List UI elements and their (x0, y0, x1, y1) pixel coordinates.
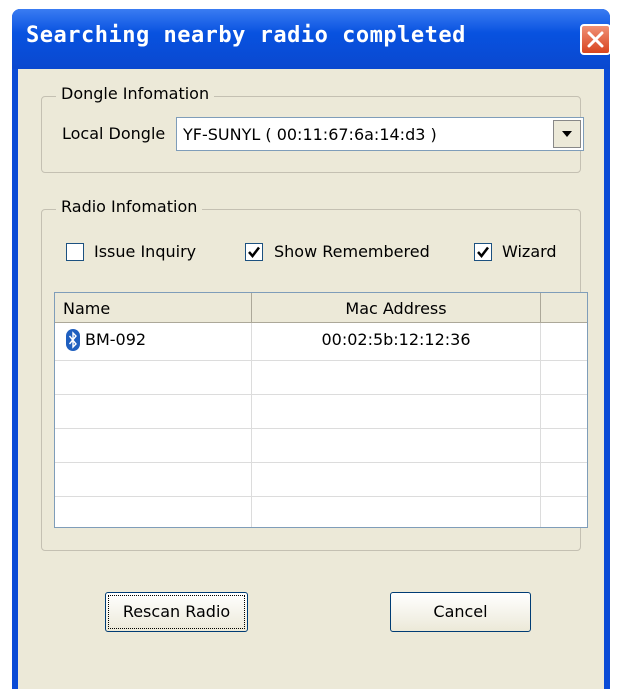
device-mac: 00:02:5b:12:12:36 (321, 330, 471, 349)
dongle-info-legend: Dongle Infomation (56, 84, 215, 103)
issue-inquiry-box[interactable] (66, 243, 84, 261)
checkmark-icon (477, 246, 489, 258)
row-divider (55, 462, 587, 463)
local-dongle-select[interactable]: YF-SUNYL ( 00:11:67:6a:14:d3 ) (176, 117, 584, 151)
radio-device-list[interactable]: Name Mac Address BM-092 00:02:5b:12:12:3… (54, 292, 588, 528)
row-divider (55, 394, 587, 395)
close-icon (587, 31, 604, 48)
column-header-filler (541, 293, 587, 323)
wizard-box[interactable] (474, 243, 492, 261)
column-header-name[interactable]: Name (55, 293, 252, 323)
wizard-label[interactable]: Wizard (502, 242, 557, 261)
rescan-radio-button[interactable]: Rescan Radio (105, 592, 248, 632)
column-header-mac[interactable]: Mac Address (252, 293, 541, 323)
radio-info-legend: Radio Infomation (56, 197, 203, 216)
show-remembered-box[interactable] (245, 243, 263, 261)
issue-inquiry-label[interactable]: Issue Inquiry (94, 242, 196, 261)
chevron-down-icon (562, 131, 572, 137)
title-bar[interactable]: Searching nearby radio completed (12, 9, 611, 69)
window-title: Searching nearby radio completed (26, 23, 466, 48)
row-divider (55, 360, 587, 361)
close-button[interactable] (580, 24, 611, 55)
column-divider (251, 323, 252, 527)
column-header-name-label: Name (63, 299, 111, 318)
dialog-body: Dongle Infomation Local Dongle YF-SUNYL … (18, 69, 604, 689)
row-divider (55, 496, 587, 497)
local-dongle-value: YF-SUNYL ( 00:11:67:6a:14:d3 ) (183, 125, 437, 144)
column-header-mac-label: Mac Address (345, 299, 447, 318)
device-name: BM-092 (85, 330, 147, 349)
bluetooth-icon (66, 329, 80, 351)
column-divider (540, 323, 541, 527)
local-dongle-label: Local Dongle (62, 124, 166, 143)
dialog-window: Searching nearby radio completed Dongle … (12, 9, 611, 689)
row-divider (55, 428, 587, 429)
cancel-button[interactable]: Cancel (390, 592, 531, 632)
show-remembered-label[interactable]: Show Remembered (274, 242, 430, 261)
dropdown-button[interactable] (553, 120, 581, 148)
checkmark-icon (248, 246, 260, 258)
